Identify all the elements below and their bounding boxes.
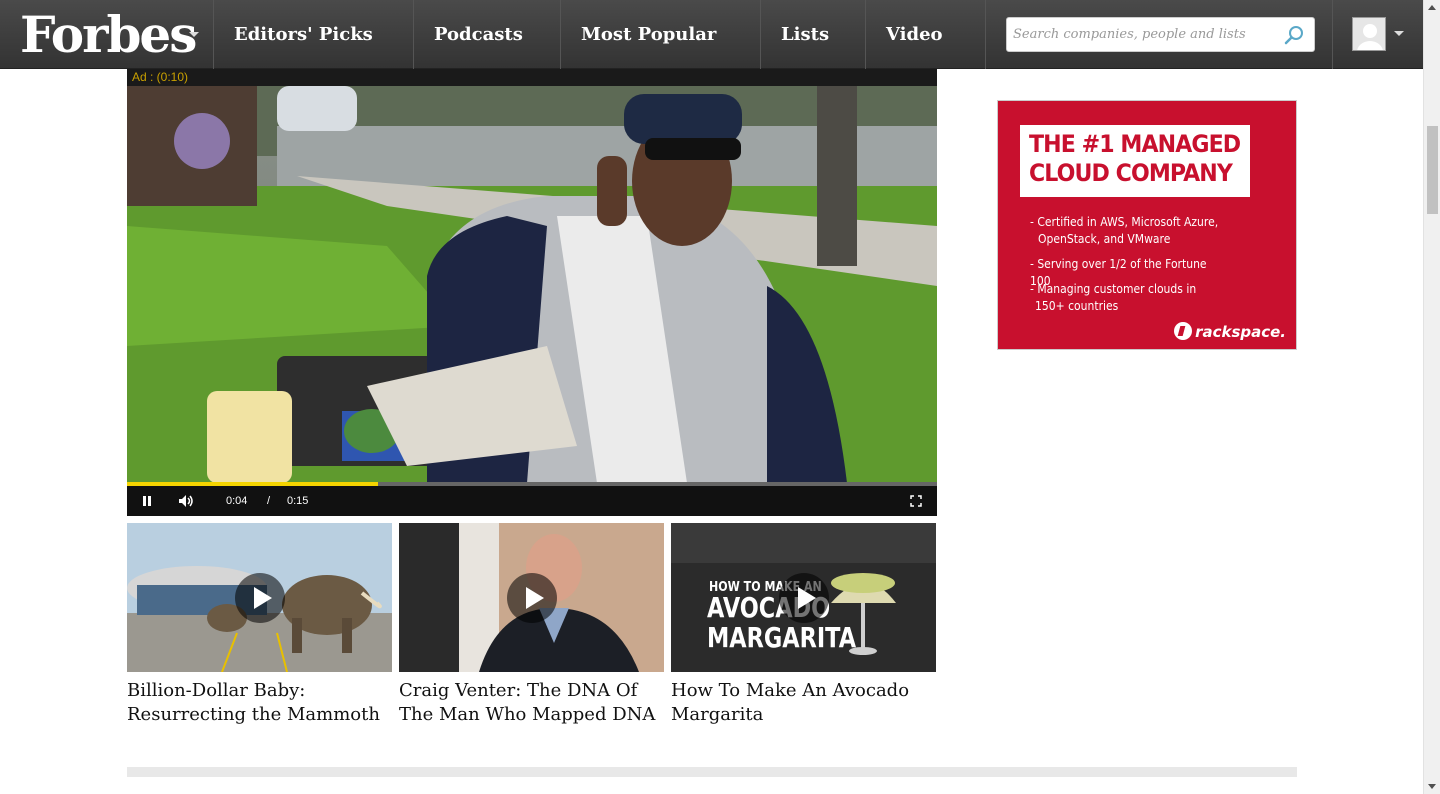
fullscreen-icon[interactable] [910, 495, 922, 507]
video-title-mammoth[interactable]: Billion-Dollar Baby: Resurrecting the Ma… [127, 679, 392, 727]
nav-lists[interactable]: Lists [760, 0, 865, 69]
play-icon[interactable] [507, 573, 557, 623]
ad-headline-line2: CLOUD COMPANY [1029, 159, 1233, 187]
video-player[interactable]: Ad : (0:10) 0:04 / 0:15 [127, 69, 937, 516]
ad-bullet-3: - Managing customer clouds in [1030, 282, 1197, 296]
video-thumbnail-mammoth[interactable] [127, 523, 392, 672]
section-divider [127, 767, 1297, 777]
ad-headline-line1: THE #1 MANAGED [1029, 130, 1241, 158]
video-title-venter[interactable]: Craig Venter: The DNA Of The Man Who Map… [399, 679, 664, 727]
scroll-up-icon[interactable] [1428, 5, 1436, 10]
ad-countdown-label: Ad : (0:10) [132, 70, 189, 84]
nav-editors-picks[interactable]: Editors' Picks [213, 0, 413, 69]
play-icon[interactable] [779, 573, 829, 623]
nav-podcasts[interactable]: Podcasts [413, 0, 560, 69]
search-box [1006, 17, 1315, 52]
scroll-thumb[interactable] [1427, 126, 1438, 214]
rackspace-brand-text: rackspace. [1195, 323, 1286, 341]
ad-bar: Ad : (0:10) [127, 69, 937, 86]
account-dropdown-caret-icon[interactable] [1394, 31, 1404, 36]
thumbnail-overlay-line3: MARGARITA [707, 621, 857, 654]
ad-headline: THE #1 MANAGED CLOUD COMPANY [1029, 130, 1241, 188]
volume-icon[interactable] [178, 494, 194, 508]
player-controls: 0:04 / 0:15 [127, 486, 937, 516]
ad-bullet-1b: OpenStack, and VMware [1038, 232, 1171, 246]
video-thumbnail-venter[interactable] [399, 523, 664, 672]
duration: 0:15 [287, 495, 309, 507]
time-separator: / [267, 495, 271, 507]
ad-bullet-1: - Certified in AWS, Microsoft Azure, [1030, 215, 1219, 229]
logo-dropdown-caret-icon[interactable] [189, 32, 199, 37]
rackspace-logo-icon [1174, 322, 1193, 340]
current-time: 0:04 [226, 495, 248, 507]
user-avatar-icon[interactable] [1352, 17, 1386, 51]
video-thumbnail-margarita[interactable]: HOW TO MAKE AN AVOCADO MARGARITA [671, 523, 936, 672]
video-frame[interactable] [127, 86, 937, 483]
top-nav-bar: Forbes Editors' Picks Podcasts Most Popu… [0, 0, 1423, 69]
nav-most-popular[interactable]: Most Popular [560, 0, 760, 69]
page-scrollbar[interactable] [1423, 0, 1440, 794]
video-title-margarita[interactable]: How To Make An Avocado Margarita [671, 679, 936, 727]
nav-video[interactable]: Video [865, 0, 986, 69]
forbes-logo[interactable]: Forbes [20, 6, 197, 64]
play-icon[interactable] [235, 573, 285, 623]
pause-icon[interactable] [141, 495, 153, 507]
ad-bullet-3b: 150+ countries [1035, 299, 1119, 313]
nav-divider [1332, 0, 1333, 69]
scroll-down-icon[interactable] [1428, 784, 1436, 789]
rackspace-logo: rackspace. [1174, 322, 1286, 341]
search-input[interactable] [1013, 18, 1283, 51]
search-icon[interactable] [1284, 25, 1304, 45]
rackspace-ad[interactable]: THE #1 MANAGED CLOUD COMPANY - Certified… [997, 100, 1297, 350]
